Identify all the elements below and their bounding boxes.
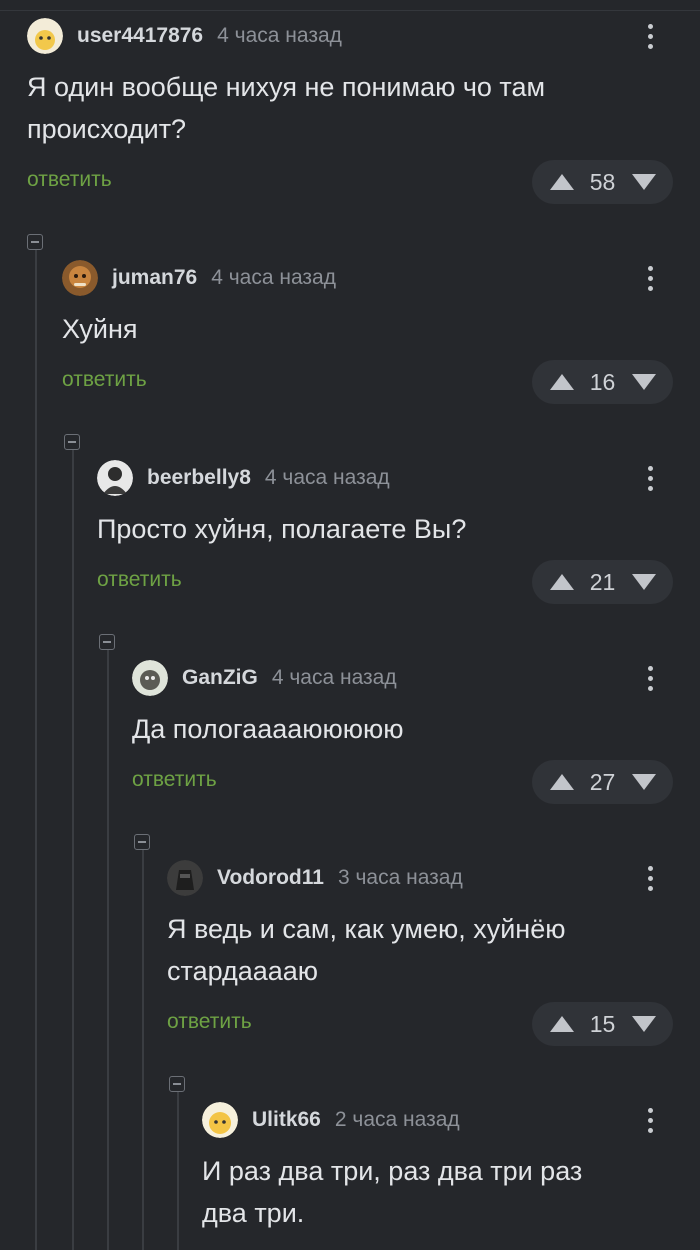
- upvote-icon[interactable]: [549, 1016, 574, 1032]
- comment-header: juman76 4 часа назад: [62, 258, 700, 298]
- comment-text: И раз два три, раз два три раз два три.: [202, 1156, 583, 1228]
- collapse-thread-button[interactable]: [27, 234, 43, 250]
- vote-control: 21: [532, 560, 673, 604]
- comment-text: Хуйня: [62, 314, 138, 344]
- collapse-thread-button[interactable]: [64, 434, 80, 450]
- user-avatar[interactable]: [97, 460, 133, 496]
- vote-count: 21: [589, 568, 616, 595]
- more-options-icon[interactable]: [640, 1102, 660, 1138]
- comment: GanZiG 4 часа назад Да пологааааююююю от…: [132, 658, 700, 804]
- comment: Ulitk66 2 часа назад И раз два три, раз …: [202, 1100, 700, 1234]
- upvote-icon[interactable]: [549, 374, 574, 390]
- more-options-icon[interactable]: [640, 18, 660, 54]
- comment-text: Я один вообще нихуя не понимаю чо там пр…: [27, 72, 546, 144]
- comment-footer: ответить 21: [97, 560, 700, 604]
- thread-line: [142, 850, 144, 1250]
- thread-line: [177, 1092, 179, 1250]
- thread-line: [107, 650, 109, 1250]
- reply-link[interactable]: ответить: [62, 368, 147, 392]
- username[interactable]: Ulitk66: [252, 1108, 321, 1132]
- more-options-icon[interactable]: [640, 860, 660, 896]
- comment-text: Да пологааааююююю: [132, 714, 404, 744]
- comment-time[interactable]: 2 часа назад: [335, 1108, 460, 1132]
- vote-count: 15: [589, 1010, 616, 1037]
- thread-line: [72, 450, 74, 1250]
- upvote-icon[interactable]: [549, 574, 574, 590]
- username[interactable]: Vodorod11: [217, 866, 324, 890]
- comment: user4417876 4 часа назад Я один вообще н…: [27, 16, 700, 204]
- comment-time[interactable]: 4 часа назад: [211, 266, 336, 290]
- collapse-thread-button[interactable]: [169, 1076, 185, 1092]
- comment-footer: ответить 27: [132, 760, 700, 804]
- downvote-icon[interactable]: [631, 774, 656, 790]
- vote-control: 58: [532, 160, 673, 204]
- comment-header: GanZiG 4 часа назад: [132, 658, 700, 698]
- user-avatar[interactable]: [132, 660, 168, 696]
- comment-footer: ответить 58: [27, 160, 700, 204]
- comment-time[interactable]: 4 часа назад: [272, 666, 397, 690]
- user-avatar[interactable]: [62, 260, 98, 296]
- comment-header: user4417876 4 часа назад: [27, 16, 700, 56]
- more-options-icon[interactable]: [640, 460, 660, 496]
- comment-header: Ulitk66 2 часа назад: [202, 1100, 700, 1140]
- comment-footer: ответить 16: [62, 360, 700, 404]
- downvote-icon[interactable]: [631, 374, 656, 390]
- downvote-icon[interactable]: [631, 574, 656, 590]
- comment: beerbelly8 4 часа назад Просто хуйня, по…: [97, 458, 700, 604]
- vote-count: 58: [589, 168, 616, 195]
- vote-control: 15: [532, 1002, 673, 1046]
- vote-count: 16: [589, 368, 616, 395]
- comment-time[interactable]: 3 часа назад: [338, 866, 463, 890]
- comment-header: beerbelly8 4 часа назад: [97, 458, 700, 498]
- username[interactable]: GanZiG: [182, 666, 258, 690]
- vote-control: 27: [532, 760, 673, 804]
- comment-time[interactable]: 4 часа назад: [265, 466, 390, 490]
- user-avatar[interactable]: [202, 1102, 238, 1138]
- reply-link[interactable]: ответить: [97, 568, 182, 592]
- thread-line: [35, 250, 37, 1250]
- upvote-icon[interactable]: [549, 774, 574, 790]
- reply-link[interactable]: ответить: [27, 168, 112, 192]
- username[interactable]: juman76: [112, 266, 197, 290]
- comment-header: Vodorod11 3 часа назад: [167, 858, 700, 898]
- collapse-thread-button[interactable]: [99, 634, 115, 650]
- collapse-thread-button[interactable]: [134, 834, 150, 850]
- top-divider: [0, 0, 700, 11]
- user-avatar[interactable]: [167, 860, 203, 896]
- comment: juman76 4 часа назад Хуйня ответить 16: [62, 258, 700, 404]
- comment-text: Я ведь и сам, как умею, хуйнёю стардаааа…: [167, 914, 566, 986]
- vote-count: 27: [589, 768, 616, 795]
- comment-text: Просто хуйня, полагаете Вы?: [97, 514, 467, 544]
- upvote-icon[interactable]: [549, 174, 574, 190]
- comment: Vodorod11 3 часа назад Я ведь и сам, как…: [167, 858, 700, 1046]
- user-avatar[interactable]: [27, 18, 63, 54]
- username[interactable]: user4417876: [77, 24, 203, 48]
- comment-footer: ответить 15: [167, 1002, 700, 1046]
- downvote-icon[interactable]: [631, 1016, 656, 1032]
- more-options-icon[interactable]: [640, 260, 660, 296]
- more-options-icon[interactable]: [640, 660, 660, 696]
- username[interactable]: beerbelly8: [147, 466, 251, 490]
- downvote-icon[interactable]: [631, 174, 656, 190]
- comment-time[interactable]: 4 часа назад: [217, 24, 342, 48]
- vote-control: 16: [532, 360, 673, 404]
- reply-link[interactable]: ответить: [167, 1010, 252, 1034]
- reply-link[interactable]: ответить: [132, 768, 217, 792]
